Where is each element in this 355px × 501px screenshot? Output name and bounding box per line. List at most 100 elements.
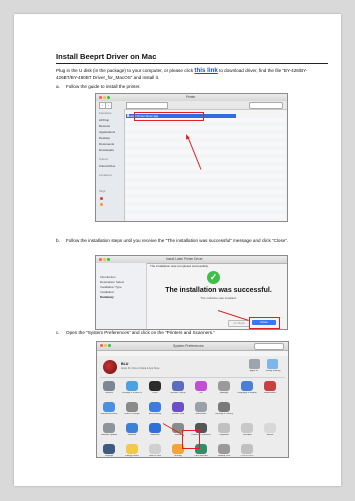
step-marker: b. bbox=[56, 238, 60, 243]
zoom-window-icon[interactable] bbox=[107, 258, 110, 261]
pref-label: Mission Control bbox=[170, 392, 186, 394]
sidebar-item-documents[interactable]: Documents bbox=[99, 142, 114, 146]
pref-icon-desktop-screen-saver[interactable] bbox=[126, 381, 138, 391]
pref-icon-network[interactable] bbox=[126, 423, 138, 433]
search-input[interactable] bbox=[249, 102, 283, 109]
installer-step: Introduction bbox=[100, 275, 116, 279]
installer-steps: Introduction Destination Select Installa… bbox=[96, 263, 147, 329]
pref-icon-spotlight[interactable] bbox=[218, 381, 230, 391]
go-back-button[interactable]: Go Back bbox=[228, 320, 250, 327]
sidebar-item-icloud-drive[interactable]: iCloud Drive bbox=[99, 164, 115, 168]
sidebar-heading-tags: Tags bbox=[99, 189, 106, 193]
sidebar-item-airdrop[interactable]: AirDrop bbox=[99, 118, 109, 122]
pref-label: Displays bbox=[104, 455, 114, 457]
pref-label: Extensions bbox=[195, 413, 207, 415]
minimize-window-icon[interactable] bbox=[103, 258, 106, 261]
pref-icon-energy-saver[interactable] bbox=[126, 444, 138, 454]
zoom-window-icon[interactable] bbox=[107, 96, 110, 99]
installer-step: Installation Type bbox=[100, 285, 122, 289]
step-text: Open the “System Preferences” and click … bbox=[66, 330, 215, 335]
pref-icon-accessibility[interactable] bbox=[149, 402, 161, 412]
download-link[interactable]: this link bbox=[194, 67, 217, 74]
apple-id-label: Apple ID bbox=[249, 370, 259, 372]
close-window-icon[interactable] bbox=[99, 258, 102, 261]
family-sharing-label: Family Sharing bbox=[265, 370, 281, 372]
pref-icon-mission-control[interactable] bbox=[172, 381, 184, 391]
pref-label: General bbox=[105, 392, 113, 394]
pref-icon-software-update[interactable] bbox=[103, 423, 115, 433]
user-name: BLU bbox=[121, 362, 129, 366]
window-titlebar: System Preferences bbox=[97, 342, 288, 351]
zoom-window-icon[interactable] bbox=[108, 344, 111, 347]
finder-sidebar: Favorites AirDrop Recents Applications D… bbox=[96, 109, 125, 221]
minimize-window-icon[interactable] bbox=[103, 96, 106, 99]
pref-label: CDs & DVDs bbox=[240, 455, 254, 457]
close-window-icon[interactable] bbox=[99, 96, 102, 99]
intro-paragraph: Plug in the U disk (in the package) to y… bbox=[56, 67, 328, 81]
pref-icon-displays[interactable] bbox=[103, 444, 115, 454]
sidebar-item-applications[interactable]: Applications bbox=[99, 130, 115, 134]
tag-red-icon[interactable] bbox=[100, 197, 103, 200]
pref-icon-language-region[interactable] bbox=[241, 381, 253, 391]
pref-icon-security-privacy[interactable] bbox=[218, 402, 230, 412]
forward-icon[interactable]: › bbox=[105, 102, 112, 109]
pref-label: Mouse bbox=[266, 434, 274, 436]
pref-label: Screen Time bbox=[171, 413, 185, 415]
pref-label: Time Machine bbox=[194, 455, 208, 457]
highlight-box bbox=[134, 112, 204, 121]
pref-icon-bluetooth[interactable] bbox=[149, 423, 161, 433]
window-title: System Preferences bbox=[173, 343, 204, 348]
step-b: b. Follow the installation steps until yo… bbox=[56, 238, 328, 245]
step-c: c. Open the “System Preferences” and clic… bbox=[56, 330, 328, 337]
tag-orange-icon[interactable] bbox=[100, 203, 103, 206]
pref-icon-date-time[interactable] bbox=[149, 444, 161, 454]
apple-id-icon[interactable] bbox=[249, 359, 260, 369]
pref-label: Dock bbox=[152, 392, 158, 394]
success-submessage: The software was installed. bbox=[200, 296, 237, 300]
installer-header: The installation was completed successfu… bbox=[150, 264, 209, 268]
pref-icon-extensions[interactable] bbox=[195, 402, 207, 412]
view-icons[interactable] bbox=[126, 102, 168, 109]
pref-label: Date & Time bbox=[148, 455, 162, 457]
pref-icon-users-groups[interactable] bbox=[126, 402, 138, 412]
pref-icon-keyboard[interactable] bbox=[218, 423, 230, 433]
search-input[interactable] bbox=[254, 343, 284, 350]
pref-icon-siri[interactable] bbox=[195, 381, 207, 391]
pref-label: Notifications bbox=[264, 392, 276, 394]
pref-icon-dock[interactable] bbox=[149, 381, 161, 391]
installer-step: Destination Select bbox=[100, 280, 125, 284]
pref-label: Network bbox=[127, 434, 137, 436]
success-message: The installation was successful. bbox=[165, 287, 272, 294]
pref-label: Trackpad bbox=[242, 434, 252, 436]
pref-label: Keyboard bbox=[219, 434, 229, 436]
user-avatar[interactable] bbox=[103, 360, 117, 374]
pref-icon-startup-disk[interactable] bbox=[218, 444, 230, 454]
preferences-content: BLU Apple ID, iCloud, Media & App Store … bbox=[97, 356, 288, 457]
window-title: Install Label Printer Driver bbox=[166, 257, 203, 261]
pref-icon-cds-dvds[interactable] bbox=[241, 444, 253, 454]
system-preferences-screenshot: System Preferences BLU Apple ID, iCloud,… bbox=[96, 341, 289, 458]
sidebar-item-recents[interactable]: Recents bbox=[99, 124, 110, 128]
pref-label: Siri bbox=[199, 392, 203, 394]
pref-label: Users & Groups bbox=[124, 413, 140, 415]
step-a: a. Follow the guide to install the printe… bbox=[56, 84, 328, 91]
minimize-window-icon[interactable] bbox=[104, 344, 107, 347]
intro-text: Plug in the U disk (in the package) to y… bbox=[56, 68, 195, 73]
pref-label: Energy Saver bbox=[125, 455, 139, 457]
pref-icon-notifications[interactable] bbox=[264, 381, 276, 391]
pref-icon-mouse[interactable] bbox=[264, 423, 276, 433]
close-window-icon[interactable] bbox=[100, 344, 103, 347]
pref-icon-trackpad[interactable] bbox=[241, 423, 253, 433]
close-highlight bbox=[249, 317, 280, 329]
pref-icon-internet-accounts[interactable] bbox=[103, 402, 115, 412]
pref-icon-screen-time[interactable] bbox=[172, 402, 184, 412]
family-sharing-icon[interactable] bbox=[267, 359, 278, 369]
installer-step-current: Summary bbox=[100, 295, 114, 299]
pref-label: Software Update bbox=[100, 434, 118, 436]
sidebar-item-downloads[interactable]: Downloads bbox=[99, 148, 114, 152]
sidebar-item-desktop[interactable]: Desktop bbox=[99, 136, 110, 140]
pref-icon-general[interactable] bbox=[103, 381, 115, 391]
pref-label: Internet Accounts bbox=[100, 413, 118, 415]
finder-screenshot: Printer ‹ › Favorites AirDrop Recents Ap… bbox=[95, 93, 288, 222]
step-marker: a. bbox=[56, 84, 60, 89]
